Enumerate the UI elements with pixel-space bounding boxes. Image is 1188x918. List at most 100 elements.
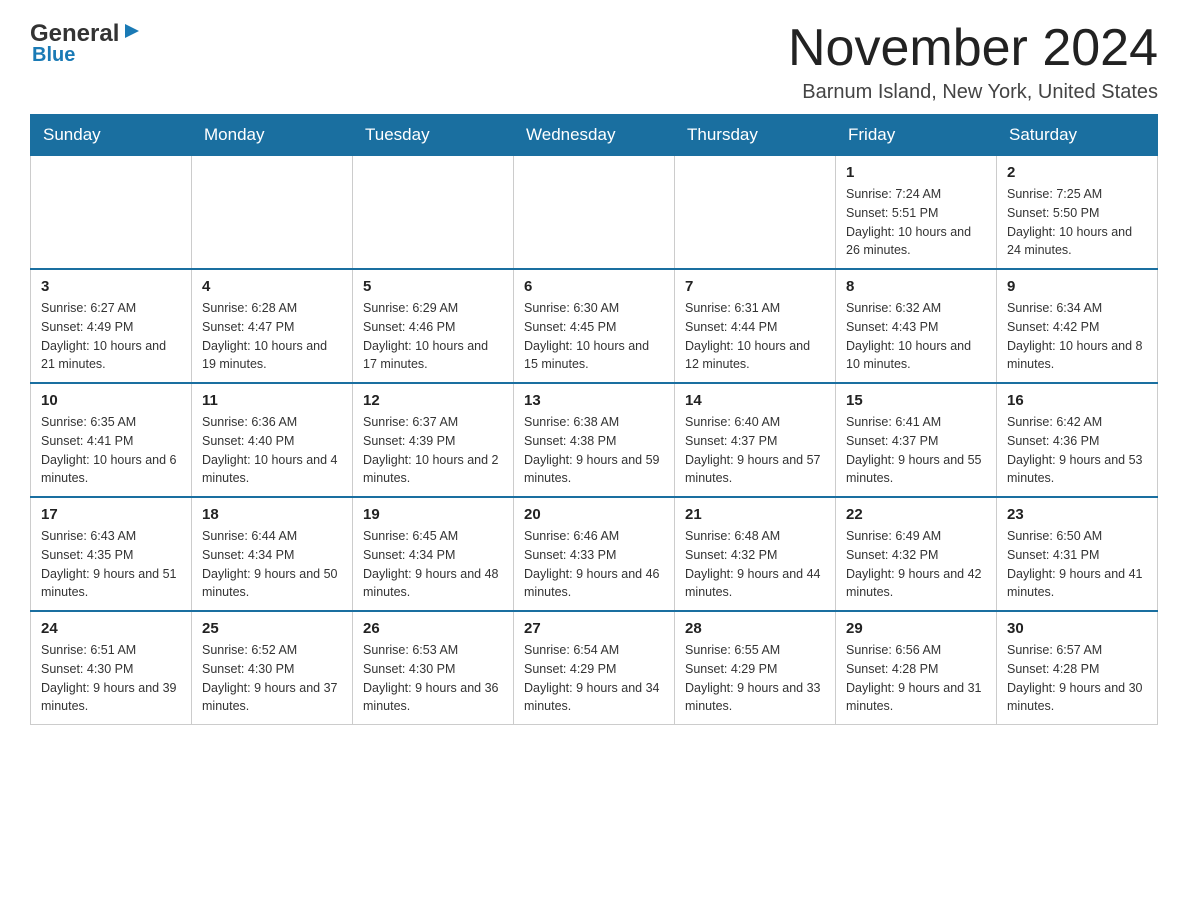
day-info: Sunrise: 6:30 AMSunset: 4:45 PMDaylight:… [524,299,664,374]
calendar-cell: 30 Sunrise: 6:57 AMSunset: 4:28 PMDayligh… [997,611,1158,725]
calendar-cell [192,156,353,270]
calendar-header-row: SundayMondayTuesdayWednesdayThursdayFrid… [31,115,1158,156]
day-info: Sunrise: 6:28 AMSunset: 4:47 PMDaylight:… [202,299,342,374]
day-number: 8 [846,278,986,295]
logo: General Blue [30,20,143,67]
day-number: 12 [363,392,503,409]
title-block: November 2024 Barnum Island, New York, U… [788,20,1158,104]
day-info: Sunrise: 6:51 AMSunset: 4:30 PMDaylight:… [41,641,181,716]
day-info: Sunrise: 6:55 AMSunset: 4:29 PMDaylight:… [685,641,825,716]
calendar-cell: 4 Sunrise: 6:28 AMSunset: 4:47 PMDaylight… [192,269,353,383]
calendar-day-header: Friday [836,115,997,156]
day-number: 4 [202,278,342,295]
day-info: Sunrise: 6:48 AMSunset: 4:32 PMDaylight:… [685,527,825,602]
calendar-cell: 16 Sunrise: 6:42 AMSunset: 4:36 PMDayligh… [997,383,1158,497]
calendar-cell: 12 Sunrise: 6:37 AMSunset: 4:39 PMDayligh… [353,383,514,497]
calendar-week-row: 3 Sunrise: 6:27 AMSunset: 4:49 PMDaylight… [31,269,1158,383]
day-number: 30 [1007,620,1147,637]
calendar-cell: 5Sunrise: 6:29 AMSunset: 4:46 PMDaylight… [353,269,514,383]
day-info: Sunrise: 6:50 AMSunset: 4:31 PMDaylight:… [1007,527,1147,602]
day-info: Sunrise: 6:35 AMSunset: 4:41 PMDaylight:… [41,413,181,488]
day-number: 2 [1007,164,1147,181]
calendar-cell: 9 Sunrise: 6:34 AMSunset: 4:42 PMDaylight… [997,269,1158,383]
day-info: Sunrise: 6:32 AMSunset: 4:43 PMDaylight:… [846,299,986,374]
day-number: 22 [846,506,986,523]
day-number: 14 [685,392,825,409]
calendar-cell: 10 Sunrise: 6:35 AMSunset: 4:41 PMDayligh… [31,383,192,497]
calendar-cell: 21 Sunrise: 6:48 AMSunset: 4:32 PMDayligh… [675,497,836,611]
calendar-cell: 24 Sunrise: 6:51 AMSunset: 4:30 PMDayligh… [31,611,192,725]
day-number: 7 [685,278,825,295]
day-number: 13 [524,392,664,409]
day-number: 11 [202,392,342,409]
calendar-day-header: Thursday [675,115,836,156]
calendar-day-header: Saturday [997,115,1158,156]
day-number: 15 [846,392,986,409]
day-info: Sunrise: 6:29 AMSunset: 4:46 PMDaylight:… [363,299,503,374]
calendar-cell: 20 Sunrise: 6:46 AMSunset: 4:33 PMDayligh… [514,497,675,611]
day-number: 17 [41,506,181,523]
calendar-cell: 14 Sunrise: 6:40 AMSunset: 4:37 PMDayligh… [675,383,836,497]
calendar-cell: 11 Sunrise: 6:36 AMSunset: 4:40 PMDayligh… [192,383,353,497]
calendar-cell: 8 Sunrise: 6:32 AMSunset: 4:43 PMDaylight… [836,269,997,383]
day-number: 3 [41,278,181,295]
calendar-cell [675,156,836,270]
day-info: Sunrise: 6:56 AMSunset: 4:28 PMDaylight:… [846,641,986,716]
calendar-cell: 1Sunrise: 7:24 AMSunset: 5:51 PMDaylight… [836,156,997,270]
day-number: 20 [524,506,664,523]
calendar-week-row: 24 Sunrise: 6:51 AMSunset: 4:30 PMDayligh… [31,611,1158,725]
day-info: Sunrise: 6:57 AMSunset: 4:28 PMDaylight:… [1007,641,1147,716]
calendar-cell: 17 Sunrise: 6:43 AMSunset: 4:35 PMDayligh… [31,497,192,611]
calendar-day-header: Wednesday [514,115,675,156]
day-info: Sunrise: 6:36 AMSunset: 4:40 PMDaylight:… [202,413,342,488]
day-number: 6 [524,278,664,295]
calendar-cell: 27 Sunrise: 6:54 AMSunset: 4:29 PMDayligh… [514,611,675,725]
calendar-week-row: 10 Sunrise: 6:35 AMSunset: 4:41 PMDayligh… [31,383,1158,497]
calendar-cell: 3 Sunrise: 6:27 AMSunset: 4:49 PMDaylight… [31,269,192,383]
day-info: Sunrise: 6:53 AMSunset: 4:30 PMDaylight:… [363,641,503,716]
location: Barnum Island, New York, United States [788,81,1158,104]
day-number: 26 [363,620,503,637]
day-info: Sunrise: 6:34 AMSunset: 4:42 PMDaylight:… [1007,299,1147,374]
calendar-week-row: 17 Sunrise: 6:43 AMSunset: 4:35 PMDayligh… [31,497,1158,611]
month-title: November 2024 [788,20,1158,77]
day-info: Sunrise: 6:37 AMSunset: 4:39 PMDaylight:… [363,413,503,488]
calendar-cell: 13 Sunrise: 6:38 AMSunset: 4:38 PMDayligh… [514,383,675,497]
day-number: 23 [1007,506,1147,523]
calendar-cell: 19Sunrise: 6:45 AMSunset: 4:34 PMDayligh… [353,497,514,611]
day-number: 10 [41,392,181,409]
calendar-cell: 6 Sunrise: 6:30 AMSunset: 4:45 PMDaylight… [514,269,675,383]
calendar-day-header: Sunday [31,115,192,156]
calendar-cell [353,156,514,270]
day-number: 24 [41,620,181,637]
calendar-table: SundayMondayTuesdayWednesdayThursdayFrid… [30,114,1158,725]
calendar-cell: 26 Sunrise: 6:53 AMSunset: 4:30 PMDayligh… [353,611,514,725]
calendar-cell: 15 Sunrise: 6:41 AMSunset: 4:37 PMDayligh… [836,383,997,497]
day-info: Sunrise: 6:41 AMSunset: 4:37 PMDaylight:… [846,413,986,488]
calendar-cell: 29Sunrise: 6:56 AMSunset: 4:28 PMDayligh… [836,611,997,725]
calendar-day-header: Monday [192,115,353,156]
calendar-cell: 28 Sunrise: 6:55 AMSunset: 4:29 PMDayligh… [675,611,836,725]
day-number: 21 [685,506,825,523]
calendar-cell: 18Sunrise: 6:44 AMSunset: 4:34 PMDayligh… [192,497,353,611]
logo-blue: Blue [30,44,75,67]
day-info: Sunrise: 6:40 AMSunset: 4:37 PMDaylight:… [685,413,825,488]
day-number: 16 [1007,392,1147,409]
calendar-day-header: Tuesday [353,115,514,156]
day-number: 9 [1007,278,1147,295]
day-info: Sunrise: 6:46 AMSunset: 4:33 PMDaylight:… [524,527,664,602]
day-info: Sunrise: 6:43 AMSunset: 4:35 PMDaylight:… [41,527,181,602]
day-number: 28 [685,620,825,637]
calendar-week-row: 1Sunrise: 7:24 AMSunset: 5:51 PMDaylight… [31,156,1158,270]
day-info: Sunrise: 6:44 AMSunset: 4:34 PMDaylight:… [202,527,342,602]
day-info: Sunrise: 6:42 AMSunset: 4:36 PMDaylight:… [1007,413,1147,488]
day-number: 25 [202,620,342,637]
day-info: Sunrise: 6:38 AMSunset: 4:38 PMDaylight:… [524,413,664,488]
page-header: General Blue November 2024 Barnum Island… [30,20,1158,104]
day-info: Sunrise: 6:54 AMSunset: 4:29 PMDaylight:… [524,641,664,716]
day-info: Sunrise: 6:27 AMSunset: 4:49 PMDaylight:… [41,299,181,374]
day-info: Sunrise: 6:45 AMSunset: 4:34 PMDaylight:… [363,527,503,602]
calendar-cell: 23 Sunrise: 6:50 AMSunset: 4:31 PMDayligh… [997,497,1158,611]
day-number: 27 [524,620,664,637]
day-info: Sunrise: 6:49 AMSunset: 4:32 PMDaylight:… [846,527,986,602]
